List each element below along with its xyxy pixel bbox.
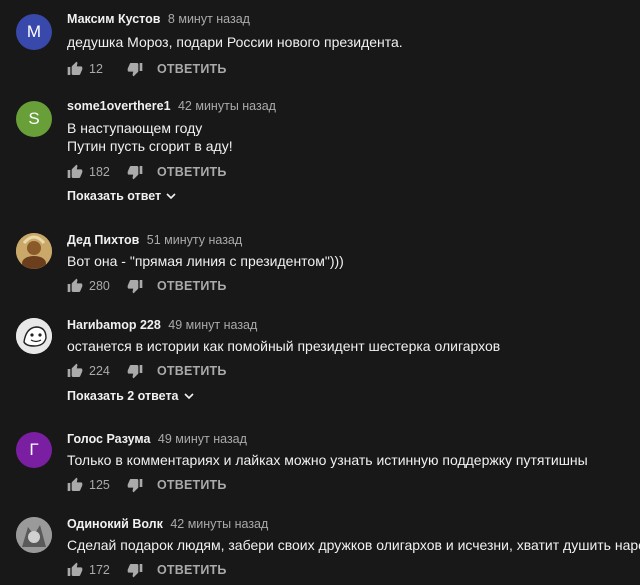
avatar-letter: Г: [29, 440, 39, 459]
comment-header: some1overthere1 42 минуты назад: [67, 97, 276, 115]
avatar-picture-icon: [16, 318, 52, 354]
show-replies-button[interactable]: Показать ответ: [67, 189, 176, 203]
like-count: 280: [89, 279, 110, 293]
comment-text: дедушка Мороз, подари России нового през…: [67, 33, 403, 51]
comment-actions: 280 ОТВЕТИТЬ: [67, 277, 227, 295]
comment-text: Сделай подарок людям, забери своих дружк…: [67, 536, 640, 554]
chevron-down-icon: [166, 193, 176, 200]
author-name[interactable]: Дед Пихтов: [67, 233, 139, 247]
show-replies-button[interactable]: Показать 2 ответа: [67, 389, 194, 403]
timestamp[interactable]: 51 минуту назад: [147, 233, 242, 247]
reply-button[interactable]: ОТВЕТИТЬ: [157, 165, 227, 179]
thumbs-down-icon[interactable]: [127, 164, 143, 180]
comment-actions: 182 ОТВЕТИТЬ: [67, 163, 227, 181]
author-name[interactable]: Одинокий Волк: [67, 517, 163, 531]
avatar[interactable]: Г: [16, 432, 52, 468]
comment-line: В наступающем году: [67, 120, 203, 136]
comment-text: останется в истории как помойный президе…: [67, 337, 500, 355]
like-count: 125: [89, 478, 110, 492]
like-count: 172: [89, 563, 110, 577]
author-name[interactable]: some1overthere1: [67, 99, 171, 113]
comment-line: останется в истории как помойный президе…: [67, 338, 501, 354]
comment-text: Только в комментариях и лайках можно узн…: [67, 451, 588, 469]
like-count: 224: [89, 364, 110, 378]
comment-header: Одинокий Волк 42 минуты назад: [67, 515, 268, 533]
timestamp[interactable]: 8 минут назад: [168, 12, 250, 26]
avatar-letter: S: [28, 109, 40, 128]
thumbs-down-icon[interactable]: [127, 278, 143, 294]
comment-header: Голос Разума 49 минут назад: [67, 430, 247, 448]
avatar-picture-icon: [16, 233, 52, 269]
reply-button[interactable]: ОТВЕТИТЬ: [157, 563, 227, 577]
comment-actions: 12 ОТВЕТИТЬ: [67, 60, 227, 78]
thumbs-up-icon[interactable]: [67, 363, 83, 379]
like-count: 182: [89, 165, 110, 179]
like-count: 12: [89, 62, 103, 76]
comment-line: дедушка Мороз, подари России нового през…: [67, 34, 403, 50]
reply-button[interactable]: ОТВЕТИТЬ: [157, 478, 227, 492]
reply-button[interactable]: ОТВЕТИТЬ: [157, 279, 227, 293]
avatar[interactable]: М: [16, 14, 52, 50]
thumbs-down-icon[interactable]: [127, 562, 143, 578]
comment-actions: 125 ОТВЕТИТЬ: [67, 476, 227, 494]
timestamp[interactable]: 49 минут назад: [168, 318, 257, 332]
show-replies-label: Показать ответ: [67, 189, 162, 203]
show-replies-label: Показать 2 ответа: [67, 389, 179, 403]
avatar-picture-icon: [16, 517, 52, 553]
chevron-down-icon: [183, 393, 194, 400]
avatar[interactable]: [16, 233, 52, 269]
comment-line: Сделай подарок людям, забери своих дружк…: [67, 537, 640, 553]
thumbs-down-icon[interactable]: [127, 61, 143, 77]
comment-header: Максим Кустов 8 минут назад: [67, 10, 250, 28]
reply-button[interactable]: ОТВЕТИТЬ: [157, 62, 227, 76]
comment-text: Вот она - "прямая линия с президентом"))…: [67, 252, 344, 270]
author-name[interactable]: Голос Разума: [67, 432, 150, 446]
comment-text: В наступающем году Путин пусть сгорит в …: [67, 119, 233, 155]
avatar[interactable]: [16, 517, 52, 553]
timestamp[interactable]: 42 минуты назад: [170, 517, 268, 531]
comment-header: Harиbamop 228 49 минут назад: [67, 316, 257, 334]
thumbs-up-icon[interactable]: [67, 61, 83, 77]
thumbs-down-icon[interactable]: [127, 477, 143, 493]
avatar-letter: М: [26, 22, 42, 41]
author-name[interactable]: Harиbamop 228: [67, 318, 161, 332]
comment-actions: 224 ОТВЕТИТЬ: [67, 362, 227, 380]
comment-line: Вот она - "прямая линия с президентом"))…: [67, 253, 344, 269]
comment-line: Только в комментариях и лайках можно узн…: [67, 452, 588, 468]
timestamp[interactable]: 49 минут назад: [158, 432, 247, 446]
thumbs-down-icon[interactable]: [127, 363, 143, 379]
author-name[interactable]: Максим Кустов: [67, 12, 160, 26]
timestamp[interactable]: 42 минуты назад: [178, 99, 276, 113]
comment-header: Дед Пихтов 51 минуту назад: [67, 231, 242, 249]
thumbs-up-icon[interactable]: [67, 562, 83, 578]
avatar[interactable]: [16, 318, 52, 354]
comment-line: Путин пусть сгорит в аду!: [67, 138, 233, 154]
avatar[interactable]: S: [16, 101, 52, 137]
reply-button[interactable]: ОТВЕТИТЬ: [157, 364, 227, 378]
thumbs-up-icon[interactable]: [67, 278, 83, 294]
thumbs-up-icon[interactable]: [67, 477, 83, 493]
comment-actions: 172 ОТВЕТИТЬ: [67, 561, 227, 579]
thumbs-up-icon[interactable]: [67, 164, 83, 180]
